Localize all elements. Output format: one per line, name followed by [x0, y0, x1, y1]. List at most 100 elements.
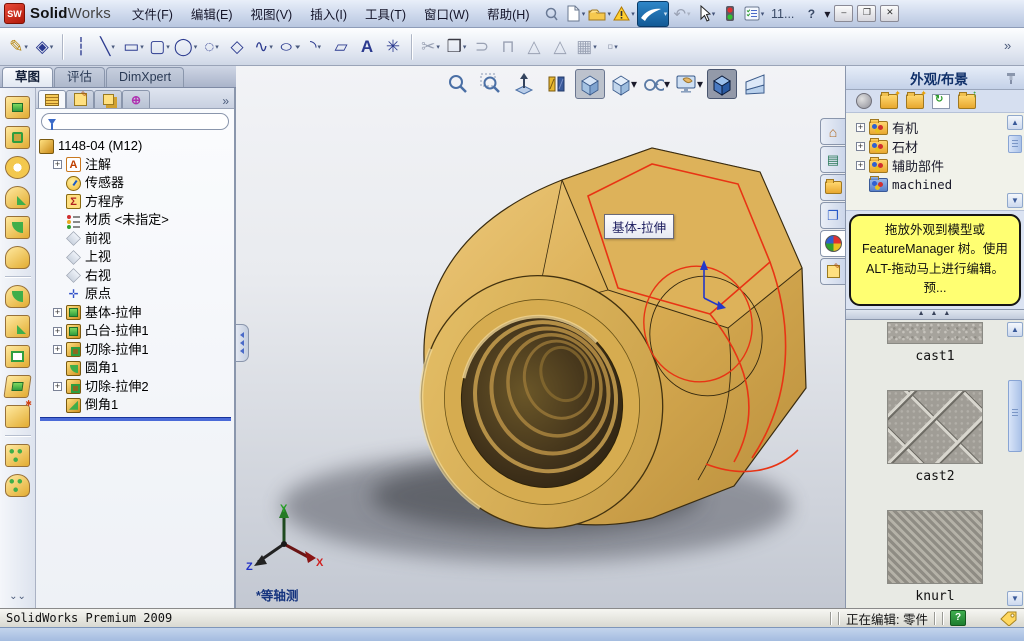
select-cursor-icon[interactable]: ▾ — [695, 3, 717, 25]
offset-entities-icon[interactable]: ⊃ — [470, 32, 495, 62]
configurationmanager-tab-icon[interactable] — [94, 90, 122, 108]
pin-icon[interactable] — [1004, 71, 1018, 85]
feature-base-extrude[interactable]: + 基体-拉伸 — [53, 304, 234, 323]
feature-front-plane[interactable]: 前视 — [53, 230, 234, 249]
undo-icon[interactable]: ↶ ▾ — [671, 3, 693, 25]
bell-slash-icon[interactable]: △ — [522, 32, 547, 62]
lofted-boss-icon[interactable] — [5, 216, 30, 239]
feature-cut-extrude2[interactable]: + 切除-拉伸2 — [53, 378, 234, 397]
perspective-icon[interactable] — [740, 69, 770, 99]
extruded-cut-icon[interactable] — [5, 126, 30, 149]
section-view-icon[interactable] — [542, 69, 572, 99]
zoom-area-icon[interactable] — [476, 69, 506, 99]
alert-icon[interactable]: ▾ — [613, 3, 635, 25]
mirror-entities-icon[interactable]: ▱ — [329, 32, 354, 62]
feature-right-plane[interactable]: 右视 — [53, 267, 234, 286]
corner-rectangle-icon[interactable]: ▭ ▾ — [121, 32, 146, 62]
feature-sensors[interactable]: 传感器 — [53, 174, 234, 193]
close-icon[interactable]: ✕ — [880, 5, 900, 22]
home-icon[interactable]: ⌂ — [820, 118, 845, 145]
toolbar-overflow-chevron[interactable]: » — [1004, 38, 1015, 53]
scroll-up-arrow[interactable]: ▲ — [1007, 115, 1023, 130]
expand-toggle[interactable]: + — [53, 308, 62, 318]
menu-insert[interactable]: 插入(I) — [301, 2, 356, 25]
menu-view[interactable]: 视图(V) — [242, 2, 302, 25]
rollback-bar[interactable] — [40, 416, 231, 421]
display-style-icon[interactable]: ▾ — [608, 69, 638, 99]
jog-line-icon[interactable]: ⊓ — [496, 32, 521, 62]
help-icon[interactable]: ? — [800, 3, 822, 25]
texture-preview[interactable] — [887, 389, 983, 464]
feature-tree-root[interactable]: 1148-04 (M12) — [39, 137, 234, 156]
smart-dimension-icon[interactable]: ◈ ▾ — [32, 32, 57, 62]
view-orientation-icon[interactable] — [575, 69, 605, 99]
pin-icon[interactable] — [540, 3, 562, 25]
circle-icon[interactable]: ◯ ▾ — [173, 32, 198, 62]
graphics-viewport[interactable]: ▾ ▾ ▾ 基体-拉伸 Y Z X *等轴测 — [236, 66, 845, 608]
arc-icon[interactable]: ◌ ▾ — [199, 32, 224, 62]
new-folder-icon[interactable] — [906, 89, 927, 109]
feature-origin[interactable]: 原点 — [53, 285, 234, 304]
move-entities-icon[interactable]: ▫ ▾ — [600, 32, 625, 62]
scroll-down-arrow[interactable]: ▼ — [1007, 591, 1023, 606]
appearance-folder-stone[interactable]: + 石材 — [856, 137, 1024, 156]
menu-tools[interactable]: 工具(T) — [356, 2, 415, 25]
refresh-icon[interactable] — [932, 93, 950, 109]
globe-icon[interactable] — [856, 93, 872, 109]
point-icon[interactable]: ✳ — [381, 32, 406, 62]
appearance-folder-machined[interactable]: machined — [856, 175, 1024, 194]
appearance-folder-misc[interactable]: + 辅助部件 — [856, 156, 1024, 175]
featuremanager-tab-icon[interactable] — [38, 90, 66, 108]
shell-icon[interactable] — [5, 345, 30, 368]
fillet-icon[interactable] — [5, 285, 30, 308]
feature-cut-extrude1[interactable]: + 切除-拉伸1 — [53, 341, 234, 360]
expand-toggle[interactable]: + — [856, 142, 865, 151]
panel-overflow-chevron[interactable]: » — [219, 94, 232, 108]
boundary-boss-icon[interactable] — [5, 246, 30, 269]
hole-wizard-icon[interactable] — [5, 399, 32, 428]
design-library-icon[interactable]: ▤ — [820, 146, 845, 173]
minimize-icon[interactable]: – — [834, 5, 854, 22]
tag-icon[interactable] — [1000, 611, 1018, 626]
extruded-boss-icon[interactable] — [5, 96, 30, 119]
rib-icon[interactable] — [5, 315, 30, 338]
centerline-icon[interactable]: ┆ — [69, 32, 94, 62]
texture-preview[interactable] — [887, 321, 983, 344]
bell-icon[interactable]: △ — [548, 32, 573, 62]
panel-collapse-handle[interactable] — [236, 324, 249, 362]
ellipse-icon[interactable]: ○ ▾ — [271, 32, 307, 62]
swept-boss-icon[interactable] — [5, 186, 30, 209]
scroll-thumb[interactable] — [1008, 379, 1022, 452]
restore-icon[interactable]: ❐ — [857, 5, 877, 22]
expand-toggle[interactable]: + — [856, 123, 865, 132]
file-explorer-icon[interactable] — [820, 174, 845, 201]
menu-help[interactable]: 帮助(H) — [478, 2, 538, 25]
pane-splitter[interactable]: ▲ ▲ ▲ — [846, 308, 1024, 320]
grid-system-icon[interactable]: ▦ ▾ — [574, 32, 599, 62]
scroll-down-arrow[interactable]: ▼ — [1007, 193, 1023, 208]
tab-dimxpert[interactable]: DimXpert — [106, 67, 185, 87]
texture-preview[interactable] — [887, 509, 983, 584]
more-chevron-icon[interactable]: ⌄⌄ — [9, 592, 26, 602]
appearance-folder-organic[interactable]: + 有机 — [856, 118, 1024, 137]
zoom-fit-icon[interactable] — [443, 69, 473, 99]
thumbnail-cast2[interactable]: cast2 — [887, 389, 983, 484]
feature-equations[interactable]: 方程序 — [53, 193, 234, 212]
tab-sketch[interactable]: 草图 — [2, 67, 54, 87]
normal-to-icon[interactable] — [509, 69, 539, 99]
line-icon[interactable]: ╲ ▾ — [95, 32, 120, 62]
thumbnail-knurl[interactable]: knurl — [887, 509, 983, 604]
checklist-icon[interactable]: ▾ — [743, 3, 765, 25]
scroll-up-arrow[interactable]: ▲ — [1007, 321, 1023, 337]
open-folder-icon[interactable] — [880, 89, 901, 109]
straight-slot-icon[interactable]: ▢ ▾ — [147, 32, 172, 62]
menu-file[interactable]: 文件(F) — [123, 2, 182, 25]
shaded-with-edges-icon[interactable] — [707, 69, 737, 99]
appearances-icon[interactable] — [820, 230, 845, 257]
solidworks-swoosh-icon[interactable]: ▾ — [637, 0, 669, 27]
expand-toggle[interactable]: + — [53, 345, 62, 355]
linear-pattern-icon[interactable] — [5, 444, 30, 467]
draft-icon[interactable] — [3, 375, 32, 398]
feature-fillet1[interactable]: 圆角1 — [53, 359, 234, 378]
up-folder-icon[interactable] — [958, 89, 977, 109]
